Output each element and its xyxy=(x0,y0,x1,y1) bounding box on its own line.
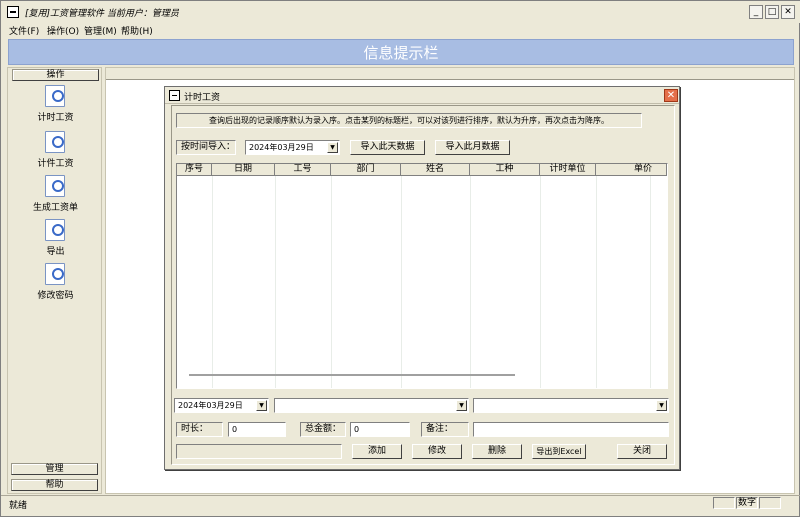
duration-input[interactable]: 0 xyxy=(228,422,286,437)
magnifier-icon xyxy=(45,219,65,241)
dialog-icon[interactable] xyxy=(169,90,180,101)
export-excel-button[interactable]: 导出到Excel xyxy=(532,444,586,459)
dialog-title-bar: 计时工资 ✕ xyxy=(165,87,679,104)
status-text: 就绪 xyxy=(9,501,28,511)
maximize-button[interactable]: □ xyxy=(765,5,779,19)
chevron-down-icon[interactable]: ▼ xyxy=(256,400,267,411)
nav-label: 修改密码 xyxy=(37,291,74,301)
magnifier-icon xyxy=(45,131,65,153)
column-header-name[interactable]: 姓名 xyxy=(401,164,470,176)
duration-label: 时长： xyxy=(176,422,223,437)
status-num-lock: 数字 xyxy=(736,497,758,509)
nav-item-export[interactable]: 导出 xyxy=(8,219,103,263)
window-title: [复用]工资管理软件 当前用户：管理员 xyxy=(25,9,179,19)
nav-label: 导出 xyxy=(46,247,65,257)
import-date-value: 2024年03月29日 xyxy=(249,143,314,152)
column-divider xyxy=(540,176,541,388)
left-panel-manage[interactable]: 管理 xyxy=(11,463,98,475)
column-header-unit-price[interactable]: 单价 xyxy=(596,164,667,176)
magnifier-icon xyxy=(45,85,65,107)
left-panel: 操作 计时工资 计件工资 生成工资单 导出 修改密码 xyxy=(7,67,102,494)
modify-button[interactable]: 修改 xyxy=(412,444,462,459)
status-bar: 就绪 数字 xyxy=(1,495,800,511)
entry-date-picker[interactable]: 2024年03月29日 ▼ xyxy=(174,398,269,413)
status-panel xyxy=(713,497,735,509)
dialog-title: 计时工资 xyxy=(184,93,221,103)
entry-select-2[interactable]: ▼ xyxy=(473,398,669,413)
left-panel-header[interactable]: 操作 xyxy=(12,69,99,81)
nav-item-generate-payslip[interactable]: 生成工资单 xyxy=(8,175,103,219)
column-divider xyxy=(212,176,213,388)
import-month-button[interactable]: 导入此月数据 xyxy=(435,140,510,155)
title-bar: [复用]工资管理软件 当前用户：管理员 _ □ ✕ xyxy=(1,1,800,23)
close-button[interactable]: ✕ xyxy=(781,5,795,19)
total-amount-label: 总金额： xyxy=(300,422,346,437)
note-input[interactable] xyxy=(473,422,669,437)
column-divider xyxy=(596,176,597,388)
column-header-index[interactable]: 序号 xyxy=(177,164,212,176)
menu-file[interactable]: 文件(F) xyxy=(9,24,39,37)
add-button[interactable]: 添加 xyxy=(352,444,402,459)
menu-bar: 文件(F) 操作(O) 管理(M) 帮助(H) xyxy=(1,23,800,39)
import-by-time-label: 按时间导入： xyxy=(176,140,236,155)
progress-field xyxy=(176,444,342,459)
import-date-picker[interactable]: 2024年03月29日 ▼ xyxy=(245,140,340,155)
column-divider xyxy=(470,176,471,388)
column-header-department[interactable]: 部门 xyxy=(331,164,401,176)
main-area-header xyxy=(106,68,794,80)
menu-manage[interactable]: 管理(M) xyxy=(84,24,117,37)
entry-date-value: 2024年03月29日 xyxy=(178,401,243,410)
column-header-job-type[interactable]: 工种 xyxy=(470,164,540,176)
magnifier-icon xyxy=(45,263,65,285)
chevron-down-icon[interactable]: ▼ xyxy=(656,400,667,411)
chevron-down-icon[interactable]: ▼ xyxy=(456,400,467,411)
nav-label: 计时工资 xyxy=(37,113,74,123)
nav-item-piece-wage[interactable]: 计件工资 xyxy=(8,131,103,175)
entry-select-1[interactable]: ▼ xyxy=(274,398,469,413)
note-label: 备注： xyxy=(421,422,469,437)
close-dialog-button[interactable]: 关闭 xyxy=(617,444,667,459)
dialog-close-button[interactable]: ✕ xyxy=(664,89,678,102)
hint-text: 查询后出现的记录顺序默认为录入序。点击某列的标题栏，可以对该列进行排序，默认为升… xyxy=(176,113,642,128)
total-amount-input[interactable]: 0 xyxy=(350,422,410,437)
info-banner: 信息提示栏 xyxy=(8,39,794,65)
import-day-button[interactable]: 导入此天数据 xyxy=(350,140,425,155)
hourly-wage-dialog: 计时工资 ✕ 查询后出现的记录顺序默认为录入序。点击某列的标题栏，可以对该列进行… xyxy=(164,86,680,470)
delete-button[interactable]: 删除 xyxy=(472,444,522,459)
app-icon[interactable] xyxy=(7,6,19,18)
left-panel-help[interactable]: 帮助 xyxy=(11,479,98,491)
menu-help[interactable]: 帮助(H) xyxy=(121,24,153,37)
column-divider xyxy=(331,176,332,388)
menu-operation[interactable]: 操作(O) xyxy=(47,24,79,37)
status-panel xyxy=(759,497,781,509)
chevron-down-icon[interactable]: ▼ xyxy=(327,142,338,153)
records-table[interactable]: 序号 日期 工号 部门 姓名 工种 计时单位 单价 xyxy=(176,163,668,389)
column-divider xyxy=(401,176,402,388)
column-header-employee-id[interactable]: 工号 xyxy=(275,164,331,176)
magnifier-icon xyxy=(45,175,65,197)
column-header-date[interactable]: 日期 xyxy=(212,164,275,176)
horizontal-scrollbar[interactable] xyxy=(189,374,515,376)
column-header-time-unit[interactable]: 计时单位 xyxy=(540,164,596,176)
nav-item-change-password[interactable]: 修改密码 xyxy=(8,263,103,307)
nav-label: 计件工资 xyxy=(37,159,74,169)
minimize-button[interactable]: _ xyxy=(749,5,763,19)
table-header: 序号 日期 工号 部门 姓名 工种 计时单位 单价 xyxy=(177,164,667,176)
nav-label: 生成工资单 xyxy=(32,203,78,213)
column-divider xyxy=(650,176,651,388)
column-divider xyxy=(275,176,276,388)
nav-item-hourly-wage[interactable]: 计时工资 xyxy=(8,85,103,129)
